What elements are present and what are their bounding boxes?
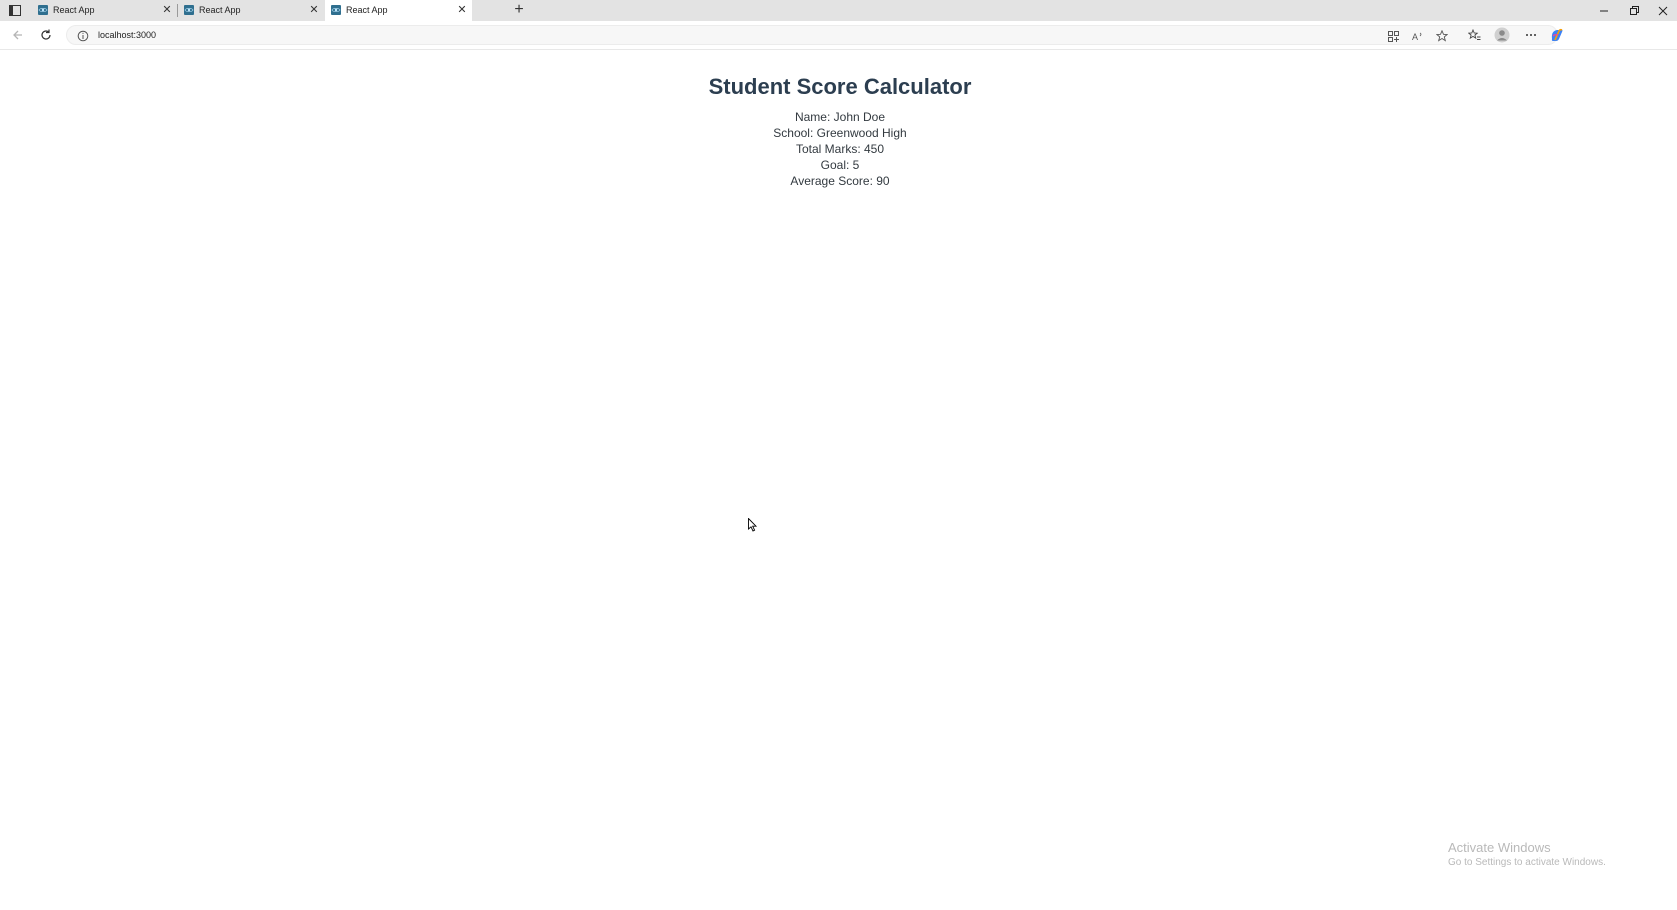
browser-toolbar: localhost:3000 A: [0, 21, 1677, 50]
tab-title: React App: [53, 5, 95, 15]
profile-avatar-icon[interactable]: [1493, 26, 1511, 44]
close-tab-icon[interactable]: ✕: [308, 4, 320, 16]
student-name: Name: John Doe: [794, 110, 886, 124]
back-icon[interactable]: [9, 26, 27, 44]
tab-1[interactable]: React App ✕: [32, 0, 177, 21]
more-options-icon[interactable]: [1522, 26, 1540, 44]
restore-icon[interactable]: [1619, 0, 1649, 21]
watermark-subtitle: Go to Settings to activate Windows.: [1448, 857, 1606, 868]
student-school: School: Greenwood High: [773, 126, 907, 140]
url-text: localhost:3000: [98, 30, 157, 40]
copilot-icon[interactable]: [1548, 26, 1566, 44]
tab-2[interactable]: React App ✕: [178, 0, 324, 21]
react-favicon-icon: [331, 5, 341, 15]
page-title: Student Score Calculator: [708, 74, 972, 99]
react-favicon-icon: [184, 5, 194, 15]
close-tab-icon[interactable]: ✕: [456, 4, 468, 16]
reload-icon[interactable]: [37, 26, 55, 44]
watermark-title: Activate Windows: [1448, 840, 1551, 855]
page-viewport: Student Score Calculator Name: John Doe …: [3, 50, 1677, 910]
favorite-star-icon[interactable]: [1435, 29, 1449, 43]
read-aloud-icon[interactable]: A: [1411, 29, 1425, 43]
minimize-icon[interactable]: [1589, 0, 1619, 21]
svg-text:A: A: [1412, 32, 1418, 42]
mouse-pointer-icon: [748, 517, 758, 537]
app-available-icon[interactable]: [1386, 29, 1400, 43]
goal: Goal: 5: [820, 158, 860, 172]
tab-3-active[interactable]: React App ✕: [325, 0, 472, 21]
close-window-icon[interactable]: [1648, 0, 1677, 21]
total-marks: Total Marks: 450: [795, 142, 885, 156]
new-tab-icon[interactable]: +: [511, 2, 527, 18]
close-tab-icon[interactable]: ✕: [161, 4, 173, 16]
windows-activation-watermark: Activate Windows Go to Settings to activ…: [1448, 840, 1606, 868]
average-score: Average Score: 90: [790, 174, 890, 188]
react-favicon-icon: [38, 5, 48, 15]
tab-title: React App: [346, 5, 388, 15]
favorites-icon[interactable]: [1465, 26, 1483, 44]
site-info-icon[interactable]: [77, 29, 89, 42]
address-bar[interactable]: localhost:3000 A: [66, 25, 1558, 45]
tab-strip: React App ✕ React App ✕ React App ✕ +: [0, 0, 1677, 21]
tab-title: React App: [199, 5, 241, 15]
tab-actions-icon[interactable]: [8, 4, 22, 17]
